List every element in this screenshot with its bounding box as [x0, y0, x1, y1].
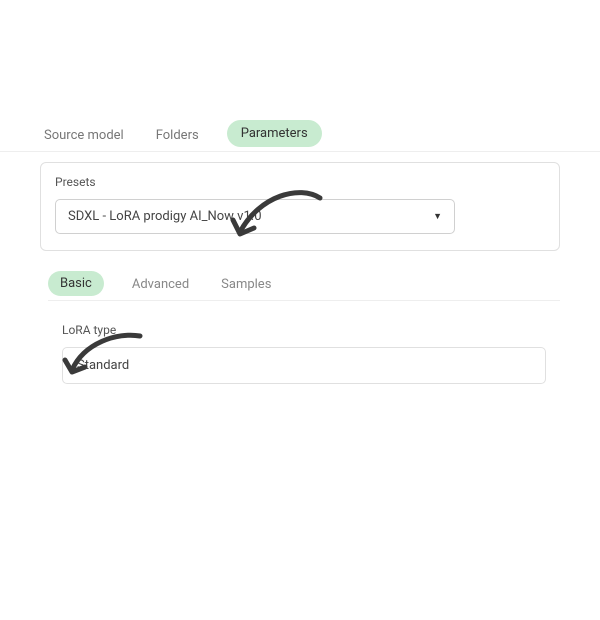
lora-type-value: Standard [77, 358, 129, 373]
lora-panel: LoRA type Standard [48, 309, 560, 384]
tab-basic[interactable]: Basic [48, 271, 104, 296]
presets-label: Presets [55, 175, 545, 189]
lora-type-select[interactable]: Standard [62, 347, 546, 384]
presets-panel: Presets SDXL - LoRA prodigy AI_Now v1.0 … [40, 162, 560, 251]
presets-select[interactable]: SDXL - LoRA prodigy AI_Now v1.0 ▼ [55, 199, 455, 234]
tab-folders[interactable]: Folders [152, 122, 203, 151]
presets-value: SDXL - LoRA prodigy AI_Now v1.0 [68, 209, 262, 224]
chevron-down-icon: ▼ [433, 211, 442, 222]
tab-source-model[interactable]: Source model [40, 122, 128, 151]
tab-parameters[interactable]: Parameters [227, 120, 322, 147]
tab-advanced[interactable]: Advanced [128, 271, 193, 300]
sub-tabs: Basic Advanced Samples [48, 271, 560, 301]
lora-type-label: LoRA type [62, 323, 546, 337]
top-tabs: Source model Folders Parameters [0, 120, 600, 152]
tab-samples[interactable]: Samples [217, 271, 275, 300]
